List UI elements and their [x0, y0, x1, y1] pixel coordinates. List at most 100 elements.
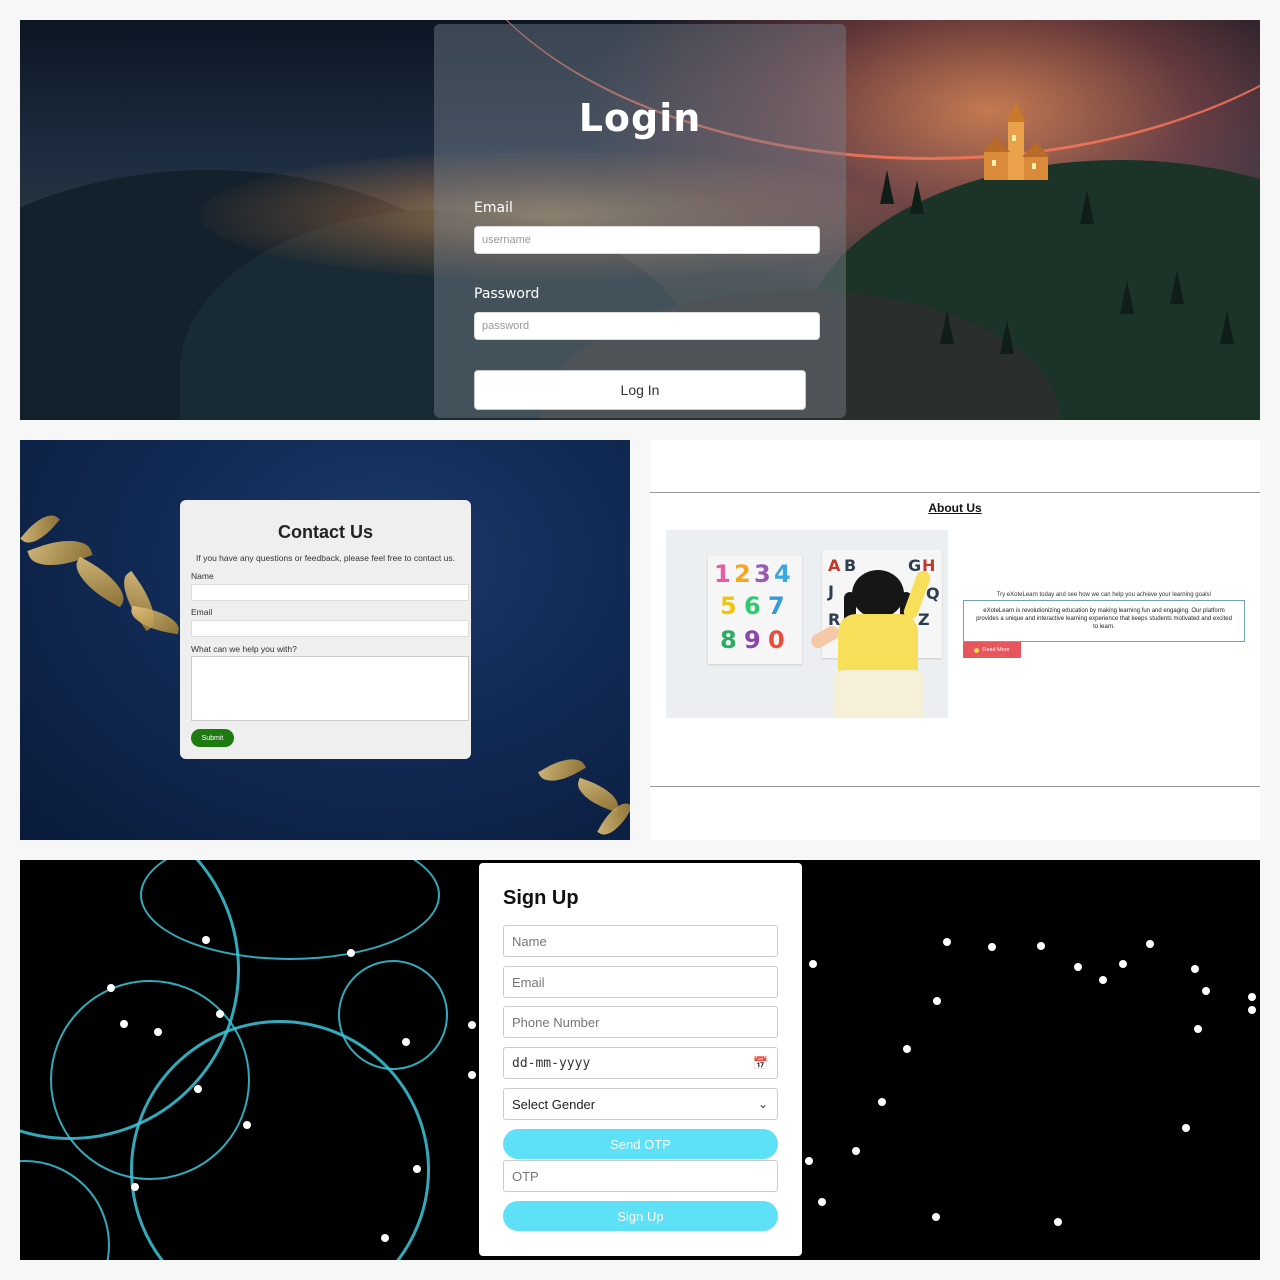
- read-more-label: Read More: [982, 647, 1010, 653]
- tree: [1080, 190, 1094, 224]
- date-input[interactable]: dd-mm-yyyy 📅: [503, 1047, 778, 1079]
- login-button[interactable]: Log In: [474, 370, 806, 410]
- gender-selected: Select Gender: [512, 1096, 596, 1112]
- star-icon: [120, 1020, 128, 1028]
- about-section: About Us 1 2 3 4 5 6 7 8 9 0 A B G H J P…: [650, 440, 1260, 840]
- email-label: Email: [474, 200, 513, 216]
- name-label: Name: [191, 571, 214, 581]
- star-icon: [468, 1071, 476, 1079]
- girl-shirt: [838, 614, 918, 678]
- email-input[interactable]: Email: [503, 966, 778, 998]
- otp-input[interactable]: OTP: [503, 1160, 778, 1192]
- contact-section: Contact Us If you have any questions or …: [20, 440, 630, 840]
- otp-placeholder: OTP: [512, 1168, 539, 1184]
- ring: [20, 1160, 110, 1260]
- signup-title: Sign Up: [503, 887, 579, 909]
- star-icon: [468, 1021, 476, 1029]
- name-input[interactable]: Name: [503, 925, 778, 957]
- name-input[interactable]: [191, 584, 469, 601]
- divider: [650, 492, 1260, 493]
- star-icon: [1119, 960, 1127, 968]
- star-icon: [1191, 965, 1199, 973]
- star-icon: [107, 984, 115, 992]
- date-placeholder: dd-mm-yyyy: [512, 1055, 591, 1071]
- contact-subtitle: If you have any questions or feedback, p…: [196, 553, 455, 563]
- star-icon: [194, 1085, 202, 1093]
- child-learning-image: 1 2 3 4 5 6 7 8 9 0 A B G H J P Q R Z: [666, 530, 948, 718]
- star-icon: [878, 1098, 886, 1106]
- signup-button[interactable]: Sign Up: [503, 1201, 778, 1231]
- submit-button[interactable]: Submit: [191, 729, 234, 747]
- star-icon: [1099, 976, 1107, 984]
- gender-select[interactable]: Select Gender ⌄: [503, 1088, 778, 1120]
- star-icon: [903, 1045, 911, 1053]
- star-icon: [1037, 942, 1045, 950]
- login-section: Login Email Password Log In: [20, 20, 1260, 420]
- divider: [650, 786, 1260, 787]
- name-placeholder: Name: [512, 933, 547, 949]
- star-icon: [402, 1038, 410, 1046]
- send-otp-button[interactable]: Send OTP: [503, 1129, 778, 1159]
- star-icon: [131, 1183, 139, 1191]
- star-icon: [413, 1165, 421, 1173]
- tree: [940, 310, 954, 344]
- message-textarea[interactable]: [191, 656, 469, 721]
- star-icon: [1248, 1006, 1256, 1014]
- star-icon: [943, 938, 951, 946]
- tree: [1000, 320, 1014, 354]
- tree: [1170, 270, 1184, 304]
- star-icon: [1074, 963, 1082, 971]
- girl-skirt: [834, 670, 924, 718]
- message-label: What can we help you with?: [191, 644, 297, 654]
- star-icon: [1248, 993, 1256, 1001]
- gold-leaf: [68, 556, 132, 608]
- star-icon: [1054, 1218, 1062, 1226]
- star-icon: [988, 943, 996, 951]
- email-input[interactable]: [474, 226, 820, 254]
- star-icon: [805, 1157, 813, 1165]
- signup-section: Sign Up Name Email Phone Number dd-mm-yy…: [20, 860, 1260, 1260]
- tree: [1220, 310, 1234, 344]
- chevron-down-icon: ⌄: [757, 1097, 768, 1111]
- contact-card: Contact Us If you have any questions or …: [180, 500, 471, 759]
- star-icon: [202, 936, 210, 944]
- castle-icon: [982, 102, 1050, 180]
- star-icon: [154, 1028, 162, 1036]
- star-icon: [1202, 987, 1210, 995]
- about-description: eXoteLearn is revolutionizing education …: [963, 600, 1245, 642]
- phone-input[interactable]: Phone Number: [503, 1006, 778, 1038]
- email-input[interactable]: [191, 620, 469, 637]
- star-icon: [933, 997, 941, 1005]
- star-icon: [1146, 940, 1154, 948]
- star-icon: [1194, 1025, 1202, 1033]
- email-placeholder: Email: [512, 974, 545, 990]
- about-tagline: Try eXoteLearn today and see how we can …: [996, 592, 1212, 598]
- password-input[interactable]: [474, 312, 820, 340]
- password-label: Password: [474, 286, 540, 302]
- calendar-icon[interactable]: 📅: [753, 1056, 768, 1070]
- login-card: Login Email Password Log In: [434, 24, 846, 418]
- star-icon: [809, 960, 817, 968]
- star-icon: [974, 647, 980, 653]
- star-icon: [347, 949, 355, 957]
- star-icon: [216, 1010, 224, 1018]
- phone-placeholder: Phone Number: [512, 1014, 600, 1030]
- star-icon: [381, 1234, 389, 1242]
- star-icon: [932, 1213, 940, 1221]
- read-more-button[interactable]: Read More: [963, 642, 1021, 658]
- girl-head: [852, 570, 904, 618]
- ring: [338, 960, 448, 1070]
- email-label: Email: [191, 607, 213, 617]
- numbers-poster: 1 2 3 4 5 6 7 8 9 0: [708, 556, 802, 664]
- tree: [1120, 280, 1134, 314]
- login-title: Login: [578, 96, 702, 140]
- about-title: About Us: [928, 501, 982, 515]
- star-icon: [818, 1198, 826, 1206]
- star-icon: [243, 1121, 251, 1129]
- contact-title: Contact Us: [277, 522, 373, 542]
- signup-card: Sign Up Name Email Phone Number dd-mm-yy…: [479, 863, 802, 1256]
- gold-leaf: [128, 605, 182, 635]
- star-icon: [1182, 1124, 1190, 1132]
- tree: [880, 170, 894, 204]
- tree: [910, 180, 924, 214]
